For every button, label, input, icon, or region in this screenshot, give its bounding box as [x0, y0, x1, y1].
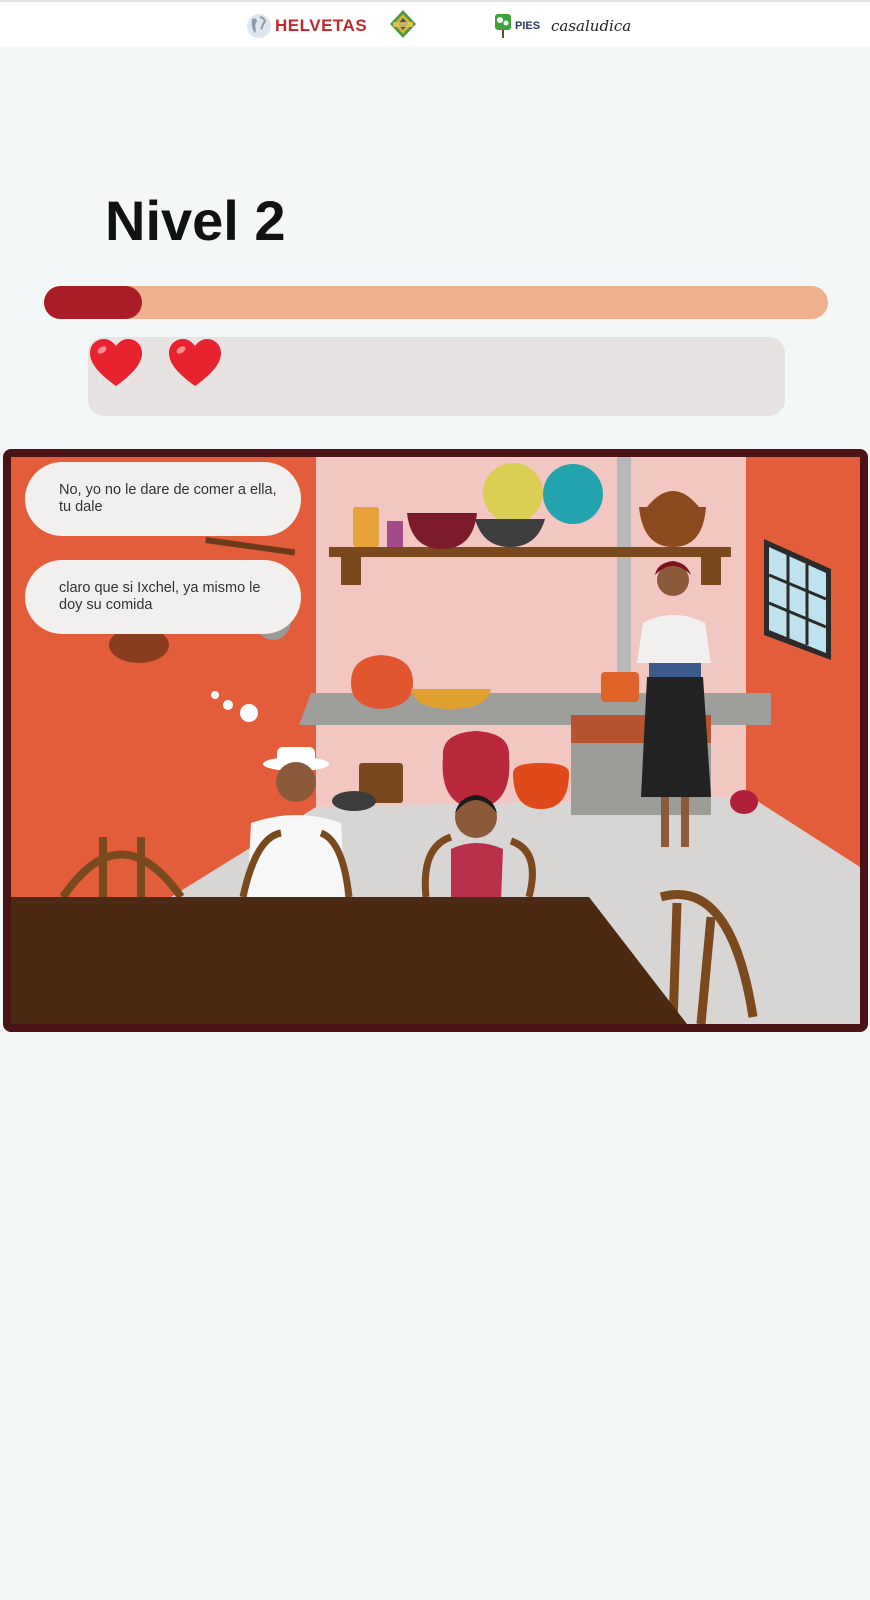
helvetas-text: HELVETAS: [275, 16, 368, 35]
globe-icon: [247, 14, 271, 38]
purple-cup-icon: [387, 521, 403, 547]
house-icon: [390, 10, 416, 38]
lives-panel: [88, 337, 785, 416]
level-title: Nivel 2: [105, 189, 286, 252]
header-logo-bar: HELVETAS PIES casaludica: [0, 0, 870, 47]
pies-text: PIES: [515, 20, 541, 32]
kemenk-logo: [388, 8, 418, 44]
chimney-pipe: [617, 457, 631, 697]
teal-plate-icon: [543, 464, 603, 524]
level-progress-fill: [44, 286, 142, 319]
pies-logo: PIES: [494, 8, 540, 44]
dialogue-bubble-woman: claro que si Ixchel, ya mismo le doy su …: [25, 560, 301, 634]
dining-table: [11, 897, 687, 1024]
girl-character: [451, 795, 503, 902]
heart-icon: [90, 339, 142, 386]
yellow-plate-icon: [483, 463, 543, 523]
heart-icon: [169, 339, 221, 386]
tree-icon: [495, 14, 511, 38]
dialogue-text: claro que si Ixchel, ya mismo le doy su …: [59, 580, 261, 613]
upper-shelf: [329, 547, 731, 557]
helvetas-logo: HELVETAS: [246, 8, 367, 44]
kitchen-illustration: [11, 457, 860, 1024]
dialogue-text: No, yo no le dare de comer a ella, tu da…: [59, 482, 277, 515]
yellow-cup-icon: [353, 507, 379, 547]
level-progress-bar: [44, 286, 828, 319]
casa-ludica-logo: casaludica: [551, 8, 631, 44]
dialogue-bubble-man: No, yo no le dare de comer a ella, tu da…: [25, 462, 301, 536]
orange-pot-icon: [351, 655, 413, 709]
casa-ludica-text: casaludica: [551, 17, 632, 35]
kitchen-scene[interactable]: No, yo no le dare de comer a ella, tu da…: [3, 449, 868, 1032]
